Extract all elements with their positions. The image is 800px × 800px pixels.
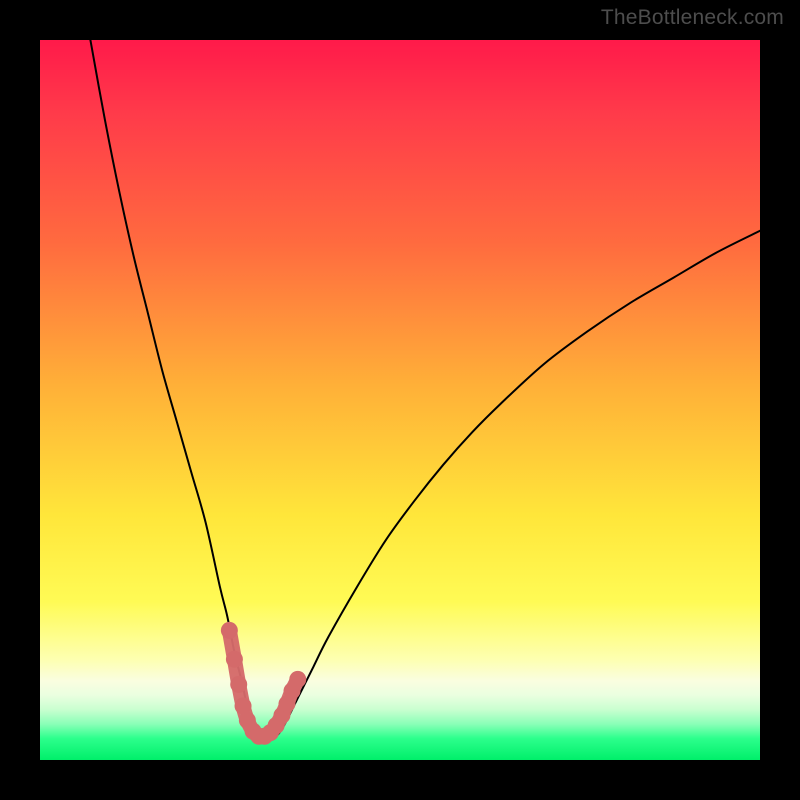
bottleneck-curve xyxy=(90,40,760,739)
chart-svg xyxy=(40,40,760,760)
highlight-marker xyxy=(221,622,238,639)
chart-frame: TheBottleneck.com xyxy=(0,0,800,800)
highlight-marker xyxy=(235,698,252,715)
highlight-marker xyxy=(226,651,243,668)
highlight-marker xyxy=(289,671,306,688)
highlight-marker xyxy=(230,676,247,693)
plot-area xyxy=(40,40,760,760)
watermark-text: TheBottleneck.com xyxy=(601,6,784,30)
